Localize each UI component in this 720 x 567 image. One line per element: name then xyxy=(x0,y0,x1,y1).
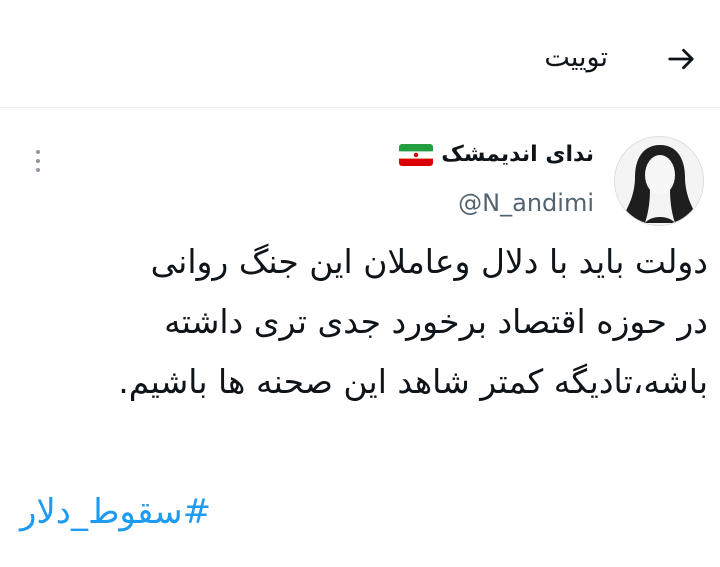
tweet-text: دولت باید با دلال وعاملان این جنگ روانی … xyxy=(118,242,708,401)
hashtag-link[interactable]: #سقوط_دلار xyxy=(20,484,211,540)
arrow-back-icon xyxy=(668,48,694,70)
iran-flag-icon xyxy=(399,144,434,166)
more-options-button[interactable] xyxy=(26,144,50,178)
author-display-name: ندای اندیمشک xyxy=(441,142,594,167)
avatar-image xyxy=(615,137,703,225)
back-button[interactable] xyxy=(662,40,700,78)
avatar[interactable] xyxy=(614,136,704,226)
more-vertical-icon xyxy=(36,150,40,154)
author-handle[interactable]: @N_andimi xyxy=(458,186,594,220)
top-bar: توییت xyxy=(0,0,720,108)
author-display-name-row[interactable]: ندای اندیمشک xyxy=(399,138,594,172)
page-title: توییت xyxy=(544,42,608,73)
